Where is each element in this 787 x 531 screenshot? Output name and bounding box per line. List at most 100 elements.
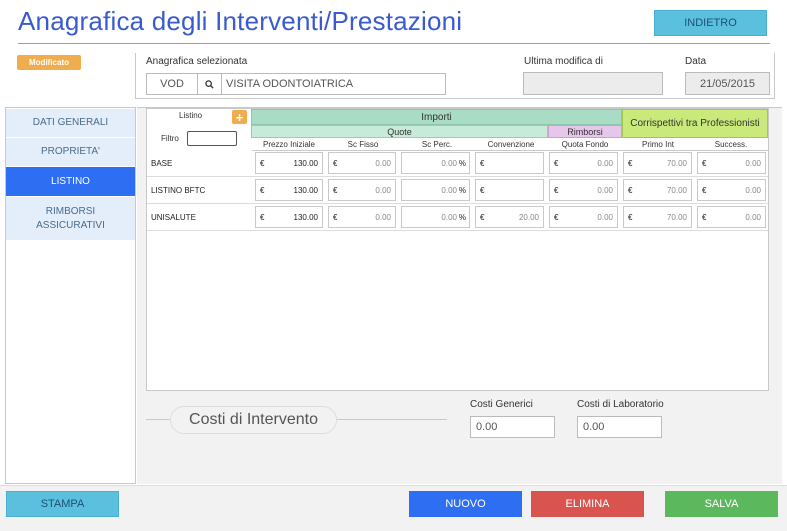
row-divider — [147, 176, 768, 177]
currency-symbol: € — [628, 186, 633, 195]
cell-value: 0.00 — [375, 159, 391, 168]
cell-value: 0.00 — [597, 213, 613, 222]
cell-convenzione[interactable]: € — [475, 152, 544, 174]
cell-value: 0.00 — [597, 159, 613, 168]
last-modified-label: Ultima modifica di — [524, 56, 603, 67]
currency-symbol: € — [333, 159, 338, 168]
row-label: BASE — [151, 159, 173, 168]
cell-primo-int[interactable]: €70.00 — [623, 152, 692, 174]
code-field[interactable]: VOD — [146, 73, 198, 95]
cell-convenzione[interactable]: €20.00 — [475, 206, 544, 228]
col-prezzo-iniziale: Prezzo Iniziale — [252, 139, 326, 151]
cell-sc-perc[interactable]: 0.00% — [401, 179, 470, 201]
date-field: 21/05/2015 — [685, 72, 770, 95]
nav-item-rimborsi-assicurativi[interactable]: RIMBORSI ASSICURATIVI — [6, 197, 135, 240]
currency-symbol: € — [628, 213, 633, 222]
percent-symbol: % — [458, 159, 466, 168]
cell-value: 0.00 — [745, 159, 761, 168]
section-divider-right — [337, 419, 447, 420]
currency-symbol: € — [554, 213, 559, 222]
cell-prezzo[interactable]: €130.00 — [255, 179, 323, 201]
currency-symbol: € — [702, 159, 707, 168]
cell-value: 0.00 — [745, 213, 761, 222]
back-button[interactable]: INDIETRO — [654, 10, 767, 36]
status-badge: Modificato — [17, 55, 81, 70]
currency-symbol: € — [628, 159, 633, 168]
currency-symbol: € — [702, 186, 707, 195]
filter-input[interactable] — [187, 131, 237, 146]
col-convenzione: Convenzione — [474, 139, 548, 151]
cell-sc-perc[interactable]: 0.00% — [401, 206, 470, 228]
costs-section-title: Costi di Intervento — [170, 406, 337, 434]
search-icon — [205, 79, 214, 89]
cell-sc-fisso[interactable]: €0.00 — [328, 179, 396, 201]
cell-quota-fondo[interactable]: €0.00 — [549, 206, 618, 228]
costi-laboratorio-label: Costi di Laboratorio — [577, 399, 664, 410]
currency-symbol: € — [333, 213, 338, 222]
col-primo-int: Primo Int — [622, 139, 694, 151]
currency-symbol: € — [554, 159, 559, 168]
cell-success[interactable]: €0.00 — [697, 179, 766, 201]
costi-generici-input[interactable]: 0.00 — [470, 416, 555, 438]
row-divider — [147, 203, 768, 204]
currency-symbol: € — [480, 159, 485, 168]
plus-icon: + — [235, 109, 244, 125]
description-field[interactable]: VISITA ODONTOIATRICA — [221, 73, 446, 95]
cell-sc-perc[interactable]: 0.00% — [401, 152, 470, 174]
nav-item-listino[interactable]: LISTINO — [6, 167, 135, 196]
nuovo-button[interactable]: NUOVO — [409, 491, 522, 517]
cell-sc-fisso[interactable]: €0.00 — [328, 152, 396, 174]
page-title: Anagrafica degli Interventi/Prestazioni — [18, 6, 463, 36]
col-sc-perc: Sc Perc. — [400, 139, 474, 151]
corrispettivi-header: Corrispettivi tra Professionisti — [622, 109, 768, 138]
date-label: Data — [685, 56, 707, 67]
cell-success[interactable]: €0.00 — [697, 152, 766, 174]
cell-success[interactable]: €0.00 — [697, 206, 766, 228]
currency-symbol: € — [702, 213, 707, 222]
cell-value: 20.00 — [518, 213, 539, 222]
row-label: UNISALUTE — [151, 213, 196, 222]
cell-value: 0.00 — [441, 213, 457, 222]
percent-symbol: % — [458, 213, 466, 222]
cell-value: 0.00 — [597, 186, 613, 195]
stampa-button[interactable]: STAMPA — [6, 491, 119, 517]
add-listino-button[interactable]: + — [232, 110, 247, 124]
col-quota-fondo: Quota Fondo — [548, 139, 622, 151]
rimborsi-header: Rimborsi — [548, 125, 622, 138]
importi-header: Importi — [251, 109, 622, 125]
currency-symbol: € — [260, 213, 265, 222]
currency-symbol: € — [260, 159, 265, 168]
last-modified-field — [523, 72, 663, 95]
currency-symbol: € — [480, 186, 485, 195]
costi-laboratorio-input[interactable]: 0.00 — [577, 416, 662, 438]
nav-item-dati-generali[interactable]: DATI GENERALI — [6, 109, 135, 137]
cell-value: 70.00 — [666, 186, 687, 195]
search-button[interactable] — [197, 73, 222, 95]
currency-symbol: € — [260, 186, 265, 195]
side-nav: DATI GENERALI PROPRIETA' LISTINO RIMBORS… — [5, 107, 136, 484]
cell-value: 70.00 — [666, 159, 687, 168]
row-label: LISTINO BFTC — [151, 186, 206, 195]
percent-symbol: % — [458, 186, 466, 195]
cell-value: 70.00 — [666, 213, 687, 222]
nav-item-proprieta[interactable]: PROPRIETA' — [6, 138, 135, 166]
currency-symbol: € — [333, 186, 338, 195]
elimina-button[interactable]: ELIMINA — [531, 491, 644, 517]
cell-primo-int[interactable]: €70.00 — [623, 206, 692, 228]
cell-quota-fondo[interactable]: €0.00 — [549, 179, 618, 201]
currency-symbol: € — [554, 186, 559, 195]
cell-prezzo[interactable]: €130.00 — [255, 152, 323, 174]
salva-button[interactable]: SALVA — [665, 491, 778, 517]
cell-sc-fisso[interactable]: €0.00 — [328, 206, 396, 228]
cell-convenzione[interactable]: € — [475, 179, 544, 201]
currency-symbol: € — [480, 213, 485, 222]
cell-prezzo[interactable]: €130.00 — [255, 206, 323, 228]
cell-primo-int[interactable]: €70.00 — [623, 179, 692, 201]
col-sc-fisso: Sc Fisso — [326, 139, 400, 151]
col-success: Success. — [694, 139, 768, 151]
cell-value: 0.00 — [375, 186, 391, 195]
cell-value: 0.00 — [441, 186, 457, 195]
row-divider — [147, 230, 768, 231]
cell-value: 130.00 — [293, 186, 318, 195]
cell-quota-fondo[interactable]: €0.00 — [549, 152, 618, 174]
